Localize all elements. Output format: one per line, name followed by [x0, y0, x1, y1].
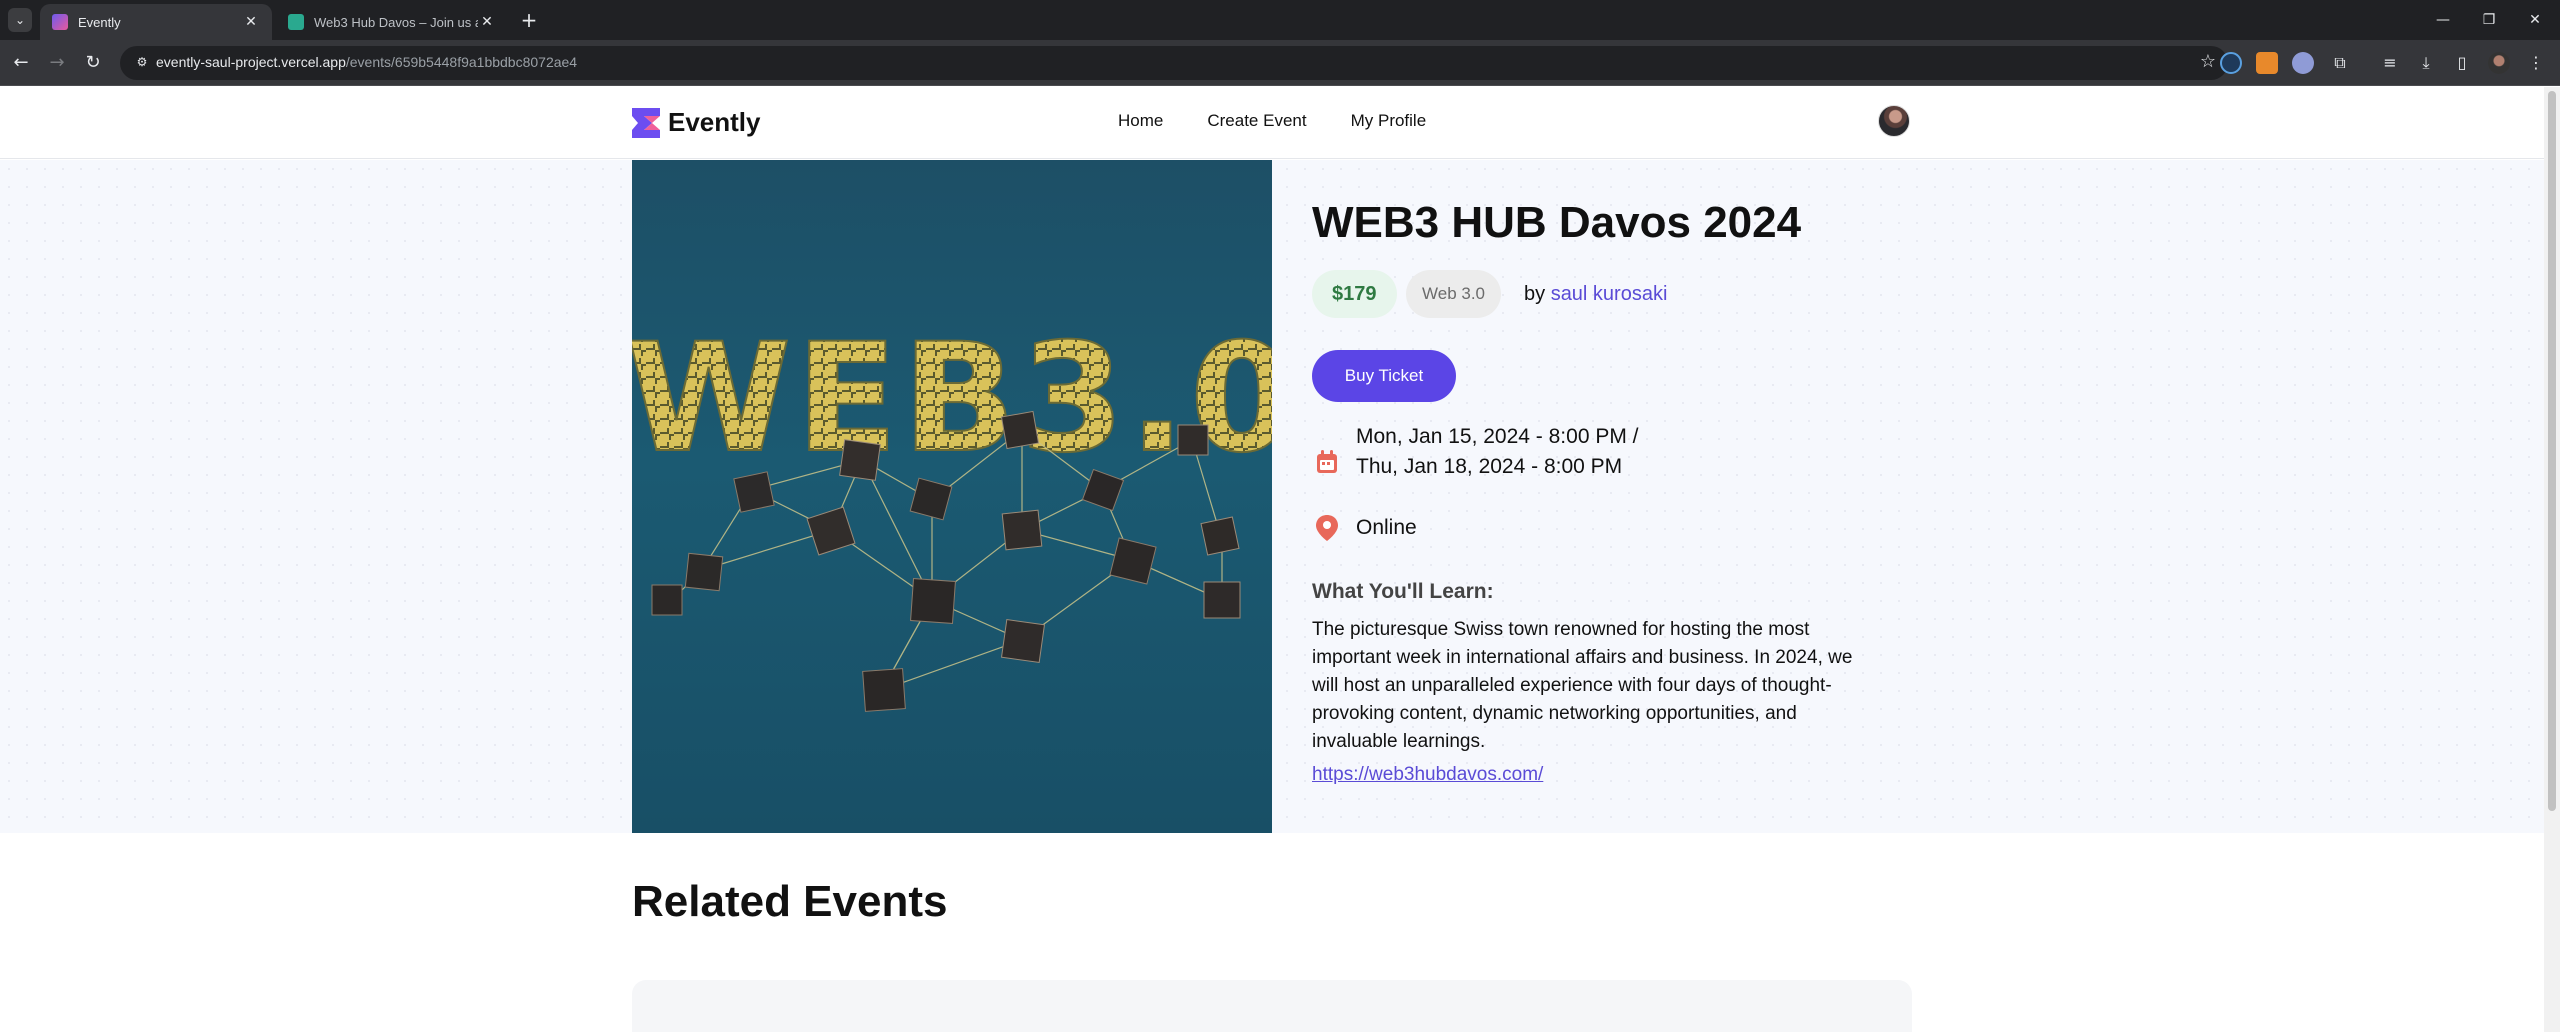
tab-search-button[interactable]: ⌄ — [8, 8, 32, 32]
tab-title: Web3 Hub Davos – Join us at th — [314, 14, 478, 30]
web3-illustration: WEB3.0 — [632, 311, 1272, 712]
reload-icon[interactable]: ↻ — [80, 50, 106, 76]
location-pin-icon — [1316, 515, 1338, 541]
extension-react-icon[interactable] — [2220, 52, 2242, 74]
nav-home[interactable]: Home — [1118, 111, 1163, 131]
event-description: The picturesque Swiss town renowned for … — [1312, 619, 1853, 752]
category-badge[interactable]: Web 3.0 — [1406, 270, 1502, 318]
tab-evently[interactable]: Evently ✕ — [40, 4, 272, 40]
profile-avatar-icon[interactable] — [2488, 52, 2510, 74]
nav-create-event[interactable]: Create Event — [1207, 111, 1306, 131]
downloads-icon[interactable]: ⤓ — [2416, 53, 2436, 73]
brand-name: Evently — [668, 107, 761, 137]
bookmark-star-icon[interactable]: ☆ — [2200, 51, 2216, 72]
close-tab-icon[interactable]: ✕ — [478, 14, 496, 30]
calendar-icon — [1317, 450, 1337, 473]
organizer-byline: by saul kurosaki — [1524, 283, 1668, 305]
forward-icon[interactable]: → — [44, 50, 70, 76]
related-events-heading: Related Events — [632, 877, 948, 926]
browser-toolbar: ← → ↻ ⚙ evently-saul-project.vercel.app/… — [0, 40, 2560, 86]
evently-logo-icon — [632, 107, 660, 138]
brand-logo[interactable]: Evently — [632, 107, 761, 138]
media-controls-icon[interactable]: ≡ — [2380, 53, 2400, 73]
event-website-link[interactable]: https://web3hubdavos.com/ — [1312, 764, 1543, 786]
restore-icon[interactable]: ❐ — [2466, 0, 2512, 40]
browser-tab-strip: ⌄ Evently ✕ Web3 Hub Davos – Join us at … — [0, 0, 2560, 40]
site-header: Evently Home Create Event My Profile — [0, 87, 2544, 159]
scrollbar-thumb[interactable] — [2548, 91, 2556, 811]
buy-ticket-button[interactable]: Buy Ticket — [1312, 350, 1456, 402]
web3hub-favicon-icon — [288, 14, 304, 30]
event-location: Online — [1356, 516, 1417, 539]
learn-heading: What You'll Learn: — [1312, 580, 1494, 603]
event-hero-section: WEB3.0 WEB3 HUB Davos 2024 $179 Web 3.0 … — [0, 160, 2544, 833]
svg-text:WEB3.0: WEB3.0 — [632, 312, 1272, 486]
tab-title: Evently — [78, 14, 121, 30]
nav-my-profile[interactable]: My Profile — [1351, 111, 1427, 131]
main-nav: Home Create Event My Profile — [1118, 111, 1426, 131]
event-title: WEB3 HUB Davos 2024 — [1312, 198, 1802, 247]
new-tab-button[interactable]: + — [516, 8, 542, 34]
close-window-icon[interactable]: ✕ — [2512, 0, 2558, 40]
event-dates: Mon, Jan 15, 2024 - 8:00 PM / Thu, Jan 1… — [1356, 425, 1639, 478]
page-scrollbar[interactable] — [2544, 87, 2560, 1032]
organizer-link[interactable]: saul kurosaki — [1551, 283, 1668, 305]
url-text[interactable]: evently-saul-project.vercel.app/events/6… — [156, 54, 577, 70]
back-icon[interactable]: ← — [8, 50, 34, 76]
event-image: WEB3.0 — [632, 160, 1272, 833]
user-avatar[interactable] — [1878, 105, 1910, 137]
close-tab-icon[interactable]: ✕ — [242, 14, 260, 30]
price-badge: $179 — [1312, 270, 1397, 318]
related-events-container — [632, 980, 1912, 1032]
site-info-icon[interactable]: ⚙ — [134, 55, 150, 71]
tab-web3hub[interactable]: Web3 Hub Davos – Join us at th ✕ — [276, 4, 508, 40]
page-viewport: Evently Home Create Event My Profile WEB… — [0, 87, 2544, 1032]
more-menu-icon[interactable]: ⋮ — [2526, 53, 2546, 73]
extensions-puzzle-icon[interactable]: ⧉ — [2330, 53, 2350, 73]
address-bar[interactable]: ⚙ evently-saul-project.vercel.app/events… — [120, 46, 2228, 80]
evently-favicon-icon — [52, 14, 68, 30]
side-panel-icon[interactable]: ▯ — [2452, 53, 2472, 73]
extension-metamask-icon[interactable] — [2256, 52, 2278, 74]
minimize-icon[interactable]: — — [2420, 0, 2466, 40]
extension-circle-icon[interactable] — [2292, 52, 2314, 74]
